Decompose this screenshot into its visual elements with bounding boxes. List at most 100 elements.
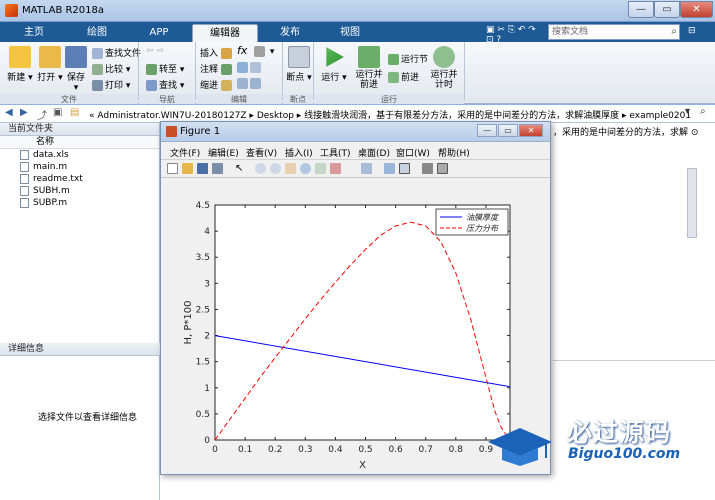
show-plot-tools-icon[interactable] [437, 163, 448, 174]
run-advance-label-2: 前进 [359, 80, 378, 90]
details-panel: 详细信息 选择文件以查看详细信息 [0, 343, 160, 500]
file-group-label: 文件 [0, 94, 138, 104]
file-icon [20, 185, 29, 196]
figure-minimize-button[interactable]: — [477, 124, 497, 137]
tab-home[interactable]: 主页 [6, 24, 62, 42]
unwrap-icon [250, 62, 261, 73]
print-button[interactable]: 打印 ▾ [92, 78, 130, 91]
indent-label: 缩进 [200, 81, 219, 91]
print-figure-icon[interactable] [212, 163, 223, 174]
run-button[interactable]: 运行 ▾ [318, 46, 350, 83]
figure-title-bar[interactable]: Figure 1 — ▭ ✕ [161, 122, 550, 142]
file-item[interactable]: data.xls [0, 149, 159, 161]
menu-insert[interactable]: 插入(I) [285, 146, 313, 159]
rotate-icon[interactable] [300, 163, 311, 174]
run-section-button[interactable]: 运行节 [388, 52, 428, 65]
find-button[interactable]: 查找 ▾ [146, 78, 184, 91]
address-dropdown-icon[interactable]: ▾ [685, 106, 690, 117]
file-item[interactable]: main.m [0, 161, 159, 173]
hide-plot-tools-icon[interactable] [422, 163, 433, 174]
run-and-advance-icon [358, 46, 380, 68]
menu-tools[interactable]: 工具(T) [320, 146, 351, 159]
figure-menu-bar: 文件(F) 编辑(E) 查看(V) 插入(I) 工具(T) 桌面(D) 窗口(W… [161, 142, 550, 160]
indent-button[interactable]: 缩进 [200, 78, 234, 91]
tab-plots[interactable]: 绘图 [66, 24, 128, 42]
tab-view[interactable]: 视图 [322, 24, 378, 42]
zoom-in-icon[interactable] [255, 163, 266, 174]
open-file-icon[interactable] [182, 163, 193, 174]
run-and-advance-button[interactable]: 运行并 前进 [352, 46, 386, 90]
open-button[interactable]: 打开 ▾ [36, 46, 64, 83]
close-button[interactable]: ✕ [680, 1, 713, 18]
app-title-bar: MATLAB R2018a — ▭ ✕ [0, 0, 715, 22]
watermark-url: Biguo100.com [568, 446, 681, 462]
x-tick-label: 0.5 [358, 445, 372, 455]
search-icon[interactable]: ⌕ [671, 25, 677, 39]
y-axis-label: H, P*100 [183, 301, 194, 345]
save-figure-icon[interactable] [197, 163, 208, 174]
insert-menu-icon[interactable]: ▾ [254, 46, 274, 57]
find-files-icon [92, 48, 103, 59]
fx-button[interactable]: fx [237, 44, 247, 57]
brush-icon[interactable] [330, 163, 341, 174]
menu-view[interactable]: 查看(V) [246, 146, 277, 159]
address-search-icon[interactable]: ⌕ [700, 106, 706, 117]
breakpoints-button[interactable]: 断点 ▾ [284, 46, 314, 83]
menu-help[interactable]: 帮助(H) [438, 146, 470, 159]
tab-editor[interactable]: 编辑器 [192, 24, 258, 42]
compare-icon [92, 64, 103, 75]
forward-icon[interactable]: ▶ [20, 107, 28, 118]
vertical-scrollbar[interactable] [687, 168, 697, 238]
back-icon[interactable]: ◀ [5, 107, 13, 118]
save-icon [65, 46, 87, 68]
compare-button[interactable]: 比较 ▾ [92, 62, 130, 75]
browse-folder-icon[interactable]: ▣ [53, 107, 62, 118]
save-button[interactable]: 保存 ▾ [64, 46, 88, 93]
file-item[interactable]: SUBP.m [0, 197, 159, 209]
find-files-label: 查找文件 [105, 49, 142, 59]
insert-button[interactable]: 插入 [200, 46, 234, 59]
link-plot-icon[interactable] [361, 163, 372, 174]
tab-apps[interactable]: APP [132, 24, 186, 42]
advance-button[interactable]: 前进 [388, 70, 419, 83]
new-figure-icon[interactable] [167, 163, 178, 174]
menu-window[interactable]: 窗口(W) [396, 146, 430, 159]
goto-button[interactable]: 转至 ▾ [146, 62, 184, 75]
name-column-header[interactable]: 名称 [0, 136, 159, 149]
breakpoints-group-label: 断点 [283, 94, 313, 104]
pointer-icon[interactable]: ↖ [235, 163, 246, 174]
find-files-button[interactable]: 查找文件 [92, 46, 141, 59]
new-button[interactable]: 新建 ▾ [6, 46, 34, 83]
figure-close-button[interactable]: ✕ [519, 124, 543, 137]
data-cursor-icon[interactable] [315, 163, 326, 174]
figure-toolbar: ↖ [161, 160, 550, 178]
address-path[interactable]: « Administrator.WIN7U-20180127Z ▸ Deskto… [89, 108, 691, 121]
tab-publish[interactable]: 发布 [262, 24, 318, 42]
zoom-out-icon[interactable] [270, 163, 281, 174]
y-tick-label: 3 [204, 279, 210, 289]
file-icon [20, 197, 29, 208]
file-item[interactable]: SUBH.m [0, 185, 159, 197]
run-and-time-button[interactable]: 运行并 计时 [428, 46, 460, 90]
legend-icon[interactable] [399, 163, 410, 174]
y-tick-label: 1 [204, 384, 210, 394]
up-folder-icon[interactable]: ⤴ [37, 107, 47, 122]
maximize-button[interactable]: ▭ [654, 1, 680, 18]
figure-maximize-button[interactable]: ▭ [498, 124, 518, 137]
pan-icon[interactable] [285, 163, 296, 174]
indent-more-icon[interactable] [237, 78, 263, 89]
menu-edit[interactable]: 编辑(E) [208, 146, 239, 159]
comment-button[interactable]: 注释 [200, 62, 234, 75]
colorbar-icon[interactable] [384, 163, 395, 174]
minimize-button[interactable]: — [628, 1, 654, 18]
back-forward-icon[interactable]: ⇦ ⇨ [146, 46, 164, 56]
quick-access-toolbar[interactable]: ▣ ✂ ⎘ ↶ ↷ ⊡ ? [486, 25, 546, 45]
x-axis-label: X [359, 460, 366, 471]
file-item[interactable]: readme.txt [0, 173, 159, 185]
wrap-comments-icon[interactable] [237, 62, 263, 73]
collapse-ribbon-icon[interactable]: ⊟ [688, 26, 696, 36]
menu-file[interactable]: 文件(F) [170, 146, 200, 159]
search-input[interactable]: 搜索文档 ⌕ [548, 24, 680, 40]
menu-desktop[interactable]: 桌面(D) [358, 146, 390, 159]
x-tick-label: 0.8 [449, 445, 464, 455]
